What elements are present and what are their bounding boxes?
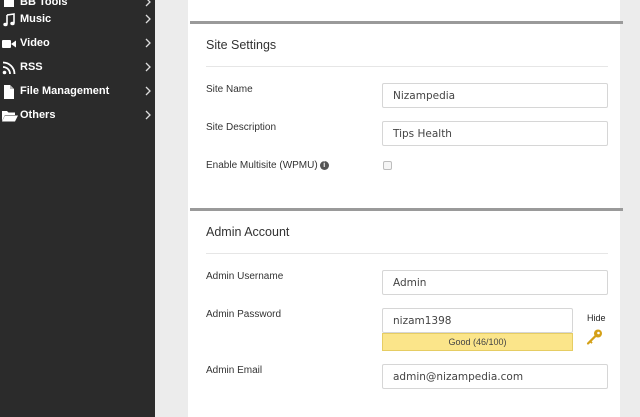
password-strength-meter: Good (46/100) xyxy=(382,333,573,351)
section-divider xyxy=(190,21,623,24)
site-description-label: Site Description xyxy=(206,122,277,133)
sidebar-item-label: RSS xyxy=(20,61,43,73)
key-icon[interactable] xyxy=(586,328,604,346)
file-icon xyxy=(2,85,16,99)
sidebar: BB Tools Music Video RSS File Management… xyxy=(0,0,155,417)
admin-username-input[interactable]: Admin xyxy=(382,270,608,295)
music-icon xyxy=(2,13,16,27)
sidebar-item-others[interactable]: Others xyxy=(0,104,155,128)
admin-email-label: Admin Email xyxy=(206,365,263,376)
admin-password-input[interactable]: nizam1398 xyxy=(382,308,573,333)
section-title-site-settings: Site Settings xyxy=(206,38,277,52)
chevron-right-icon xyxy=(143,36,153,50)
sidebar-item-label: File Management xyxy=(20,85,110,97)
site-name-label: Site Name xyxy=(206,84,253,95)
info-icon[interactable]: i xyxy=(319,160,329,170)
section-rule xyxy=(206,66,608,67)
sidebar-item-music[interactable]: Music xyxy=(0,8,155,32)
sidebar-item-rss[interactable]: RSS xyxy=(0,56,155,80)
sidebar-item-label: Others xyxy=(20,109,56,121)
sidebar-item-label: BB Tools xyxy=(20,0,68,8)
video-icon xyxy=(2,37,16,51)
sidebar-item-file-management[interactable]: File Management xyxy=(0,80,155,104)
chevron-right-icon xyxy=(143,84,153,98)
right-gutter xyxy=(620,0,640,417)
folder-icon xyxy=(2,109,18,123)
content-gutter xyxy=(155,0,188,417)
chevron-right-icon xyxy=(143,60,153,74)
section-rule xyxy=(206,253,608,254)
hide-password-link[interactable]: Hide xyxy=(587,313,606,323)
sidebar-item-label: Video xyxy=(20,37,50,49)
sidebar-item-label: Music xyxy=(20,13,52,25)
section-divider xyxy=(190,208,623,211)
admin-password-label: Admin Password xyxy=(206,309,282,320)
chevron-right-icon xyxy=(143,12,153,26)
multisite-label: Enable Multisite (WPMU) i xyxy=(206,160,329,171)
rss-icon xyxy=(2,61,16,75)
admin-username-label: Admin Username xyxy=(206,271,284,282)
section-title-admin-account: Admin Account xyxy=(206,225,290,239)
multisite-label-text: Enable Multisite (WPMU) xyxy=(206,160,318,171)
sidebar-item-video[interactable]: Video xyxy=(0,32,155,56)
site-name-input[interactable]: Nizampedia xyxy=(382,83,608,108)
admin-email-input[interactable]: admin@nizampedia.com xyxy=(382,364,608,389)
site-description-input[interactable]: Tips Health xyxy=(382,121,608,146)
multisite-checkbox[interactable] xyxy=(383,161,392,170)
chevron-right-icon xyxy=(143,108,153,122)
